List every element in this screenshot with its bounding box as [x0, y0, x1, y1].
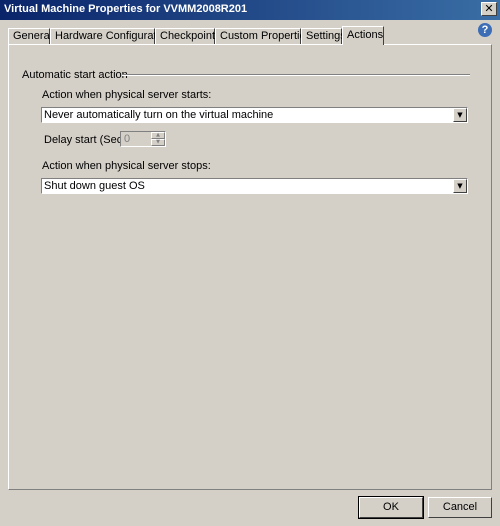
tab-actions[interactable]: Actions	[342, 26, 384, 45]
tab-custom-properties[interactable]: Custom Properties	[215, 28, 311, 44]
delay-start-label: Delay start (Sec):	[44, 134, 129, 146]
title-bar: Virtual Machine Properties for VVMM2008R…	[0, 0, 500, 20]
chevron-down-icon[interactable]: ▼	[453, 179, 467, 193]
cancel-button[interactable]: Cancel	[428, 497, 492, 518]
spin-down-icon: ▼	[151, 139, 165, 146]
tab-hardware-configuration[interactable]: Hardware Configuration	[50, 28, 171, 44]
group-divider	[122, 74, 470, 76]
window-title: Virtual Machine Properties for VVMM2008R…	[4, 3, 248, 15]
tab-checkpoints[interactable]: Checkpoints	[155, 28, 221, 44]
spin-up-icon: ▲	[151, 132, 165, 139]
tab-settings[interactable]: Settings	[301, 28, 346, 44]
stop-action-dropdown[interactable]: Shut down guest OS ▼	[41, 178, 468, 194]
ok-button[interactable]: OK	[358, 496, 424, 519]
close-icon: ✕	[484, 2, 494, 15]
delay-start-value: 0	[124, 133, 131, 145]
chevron-down-icon[interactable]: ▼	[453, 108, 467, 122]
delay-start-spinner: 0 ▲ ▼	[120, 131, 166, 147]
close-button[interactable]: ✕	[481, 2, 497, 16]
group-title: Automatic start action	[22, 69, 128, 81]
stop-action-value: Shut down guest OS	[44, 180, 145, 192]
start-action-dropdown[interactable]: Never automatically turn on the virtual …	[41, 107, 468, 123]
start-action-value: Never automatically turn on the virtual …	[44, 109, 274, 121]
stop-action-label: Action when physical server stops:	[42, 160, 211, 172]
tab-general[interactable]: General	[8, 28, 52, 44]
start-action-label: Action when physical server starts:	[42, 89, 212, 101]
help-icon[interactable]: ?	[478, 23, 492, 37]
